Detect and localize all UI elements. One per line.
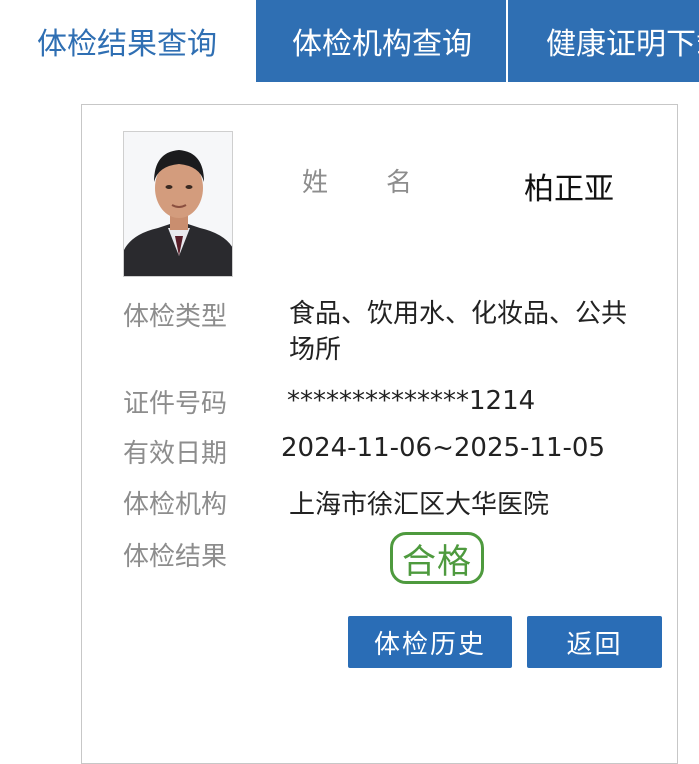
result-label: 体检结果 xyxy=(123,542,228,572)
portrait-image xyxy=(124,132,232,276)
exam-type-value: 食品、饮用水、化妆品、公共场所 xyxy=(289,299,628,365)
exam-type-label: 体检类型 xyxy=(123,302,228,332)
name-value: 柏正亚 xyxy=(524,172,614,207)
tab-exam-institution-query[interactable]: 体检机构查询 xyxy=(254,0,508,82)
result-stamp: 合格 xyxy=(390,532,484,584)
institution-label: 体检机构 xyxy=(123,490,228,520)
tab-bar: 体检结果查询 体检机构查询 健康证明下载 xyxy=(0,0,699,82)
back-button[interactable]: 返回 xyxy=(527,616,662,668)
id-number-value: **************1214 xyxy=(287,386,536,416)
tab-exam-result-query[interactable]: 体检结果查询 xyxy=(0,0,254,82)
id-photo xyxy=(123,131,233,277)
exam-history-button[interactable]: 体检历史 xyxy=(348,616,512,668)
validity-label: 有效日期 xyxy=(123,439,228,469)
validity-value: 2024-11-06~2025-11-05 xyxy=(281,433,605,463)
institution-value: 上海市徐汇区大华医院 xyxy=(289,490,550,520)
tab-health-certificate-download[interactable]: 健康证明下载 xyxy=(506,0,699,82)
name-label: 姓 名 xyxy=(302,168,415,198)
id-number-label: 证件号码 xyxy=(123,389,228,419)
